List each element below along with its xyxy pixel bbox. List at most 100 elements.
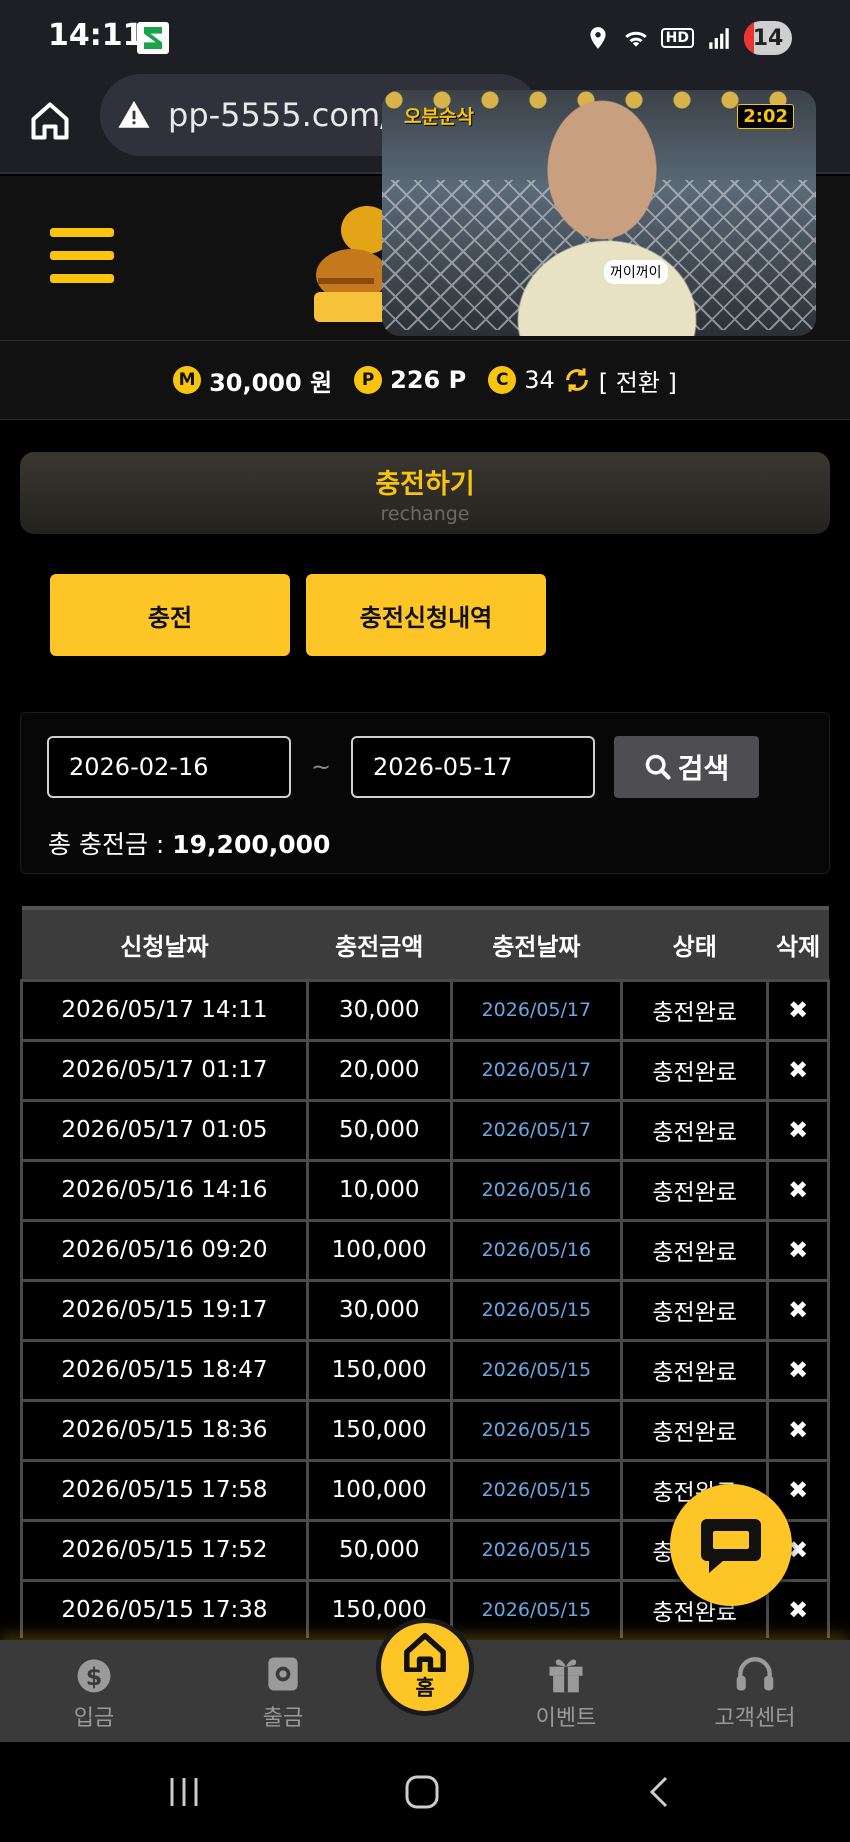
cell-charge-date: 2026/05/15 bbox=[449, 1338, 624, 1402]
back-icon[interactable] bbox=[640, 1772, 680, 1812]
header-amount: 충전금액 bbox=[307, 906, 452, 980]
money-balance: M 30,000 원 bbox=[173, 363, 332, 398]
pip-channel-logo: 오분순삭 bbox=[404, 106, 474, 128]
nav-home[interactable]: 홈 bbox=[374, 1618, 476, 1734]
tab-charge-history[interactable]: 충전신청내역 bbox=[306, 574, 546, 656]
cell-apply-date: 2026/05/15 19:17 bbox=[20, 1278, 309, 1342]
cell-amount: 20,000 bbox=[305, 1038, 453, 1102]
points-bar: M 30,000 원 P 226 P C 34 [ 전환 ] bbox=[0, 340, 850, 420]
money-value: 30,000 원 bbox=[209, 368, 333, 397]
pip-video[interactable]: 오분순삭 2:02 꺼이꺼이 bbox=[382, 90, 816, 336]
cell-apply-date: 2026/05/15 18:36 bbox=[20, 1398, 309, 1462]
cell-status: 충전완료 bbox=[620, 1218, 770, 1282]
cell-status: 충전완료 bbox=[620, 1098, 770, 1162]
nav-support-label: 고객센터 bbox=[714, 1706, 796, 1731]
delete-button[interactable]: ✖ bbox=[766, 1278, 830, 1342]
total-charge-label: 총 충전금 : bbox=[48, 830, 173, 859]
battery-level: 14 bbox=[752, 25, 784, 51]
header-status: 상태 bbox=[621, 906, 768, 980]
cell-apply-date: 2026/05/15 17:58 bbox=[20, 1458, 309, 1522]
nav-deposit[interactable]: $ 입금 bbox=[34, 1652, 154, 1732]
nav-event[interactable]: 이벤트 bbox=[506, 1652, 626, 1732]
cell-charge-date: 2026/05/17 bbox=[449, 978, 624, 1042]
cell-apply-date: 2026/05/15 17:38 bbox=[20, 1578, 309, 1638]
nav-withdraw[interactable]: 출금 bbox=[223, 1652, 343, 1732]
chat-icon bbox=[701, 1519, 761, 1573]
location-icon bbox=[590, 27, 606, 49]
delete-button[interactable]: ✖ bbox=[766, 1158, 830, 1222]
wifi-icon bbox=[624, 31, 647, 47]
cell-amount: 50,000 bbox=[305, 1098, 453, 1162]
delete-button[interactable]: ✖ bbox=[766, 1098, 830, 1162]
refresh-icon[interactable] bbox=[563, 366, 591, 394]
android-nav-bar bbox=[0, 1742, 850, 1842]
search-icon bbox=[645, 754, 671, 780]
tab-charge[interactable]: 충전 bbox=[50, 574, 290, 656]
recent-apps-icon[interactable] bbox=[164, 1772, 204, 1812]
cell-status: 충전완료 bbox=[620, 1338, 770, 1402]
search-panel: ~ 검색 총 충전금 : 19,200,000 bbox=[20, 712, 830, 874]
cell-charge-date: 2026/05/15 bbox=[449, 1278, 624, 1342]
pip-timestamp: 2:02 bbox=[737, 104, 794, 129]
point-value: 226 P bbox=[390, 366, 467, 394]
page-title: 충전하기 bbox=[375, 469, 475, 500]
menu-icon[interactable] bbox=[50, 228, 114, 284]
switch-button[interactable]: [ 전환 ] bbox=[599, 363, 677, 398]
total-charge: 총 충전금 : 19,200,000 bbox=[48, 825, 330, 861]
warning-icon bbox=[118, 100, 150, 128]
cell-apply-date: 2026/05/17 14:11 bbox=[20, 978, 309, 1042]
cell-charge-date: 2026/05/17 bbox=[449, 1098, 624, 1162]
date-to-input[interactable] bbox=[351, 736, 595, 798]
delete-button[interactable]: ✖ bbox=[766, 978, 830, 1042]
cell-apply-date: 2026/05/16 14:16 bbox=[20, 1158, 309, 1222]
table-row: 2026/05/17 14:11 30,000 2026/05/17 충전완료 ✖ bbox=[20, 978, 830, 1042]
page-title-panel: 충전하기 rechange bbox=[20, 452, 830, 534]
search-button-label: 검색 bbox=[677, 752, 730, 785]
delete-button[interactable]: ✖ bbox=[766, 1398, 830, 1462]
cell-amount: 100,000 bbox=[305, 1218, 453, 1282]
nav-support[interactable]: 고객센터 bbox=[695, 1652, 815, 1732]
cell-status: 충전완료 bbox=[620, 978, 770, 1042]
table-row: 2026/05/17 01:05 50,000 2026/05/17 충전완료 ✖ bbox=[20, 1098, 830, 1162]
table-header-row: 신청날짜 충전금액 충전날짜 상태 삭제 bbox=[21, 906, 829, 980]
cell-apply-date: 2026/05/17 01:05 bbox=[20, 1098, 309, 1162]
search-button[interactable]: 검색 bbox=[614, 736, 759, 798]
cell-charge-date: 2026/05/17 bbox=[449, 1038, 624, 1102]
delete-button[interactable]: ✖ bbox=[766, 1338, 830, 1402]
bank-app-icon bbox=[137, 22, 169, 54]
headset-icon bbox=[736, 1657, 774, 1691]
safe-icon bbox=[268, 1657, 298, 1691]
header-apply-date: 신청날짜 bbox=[21, 906, 308, 980]
cell-amount: 30,000 bbox=[305, 978, 453, 1042]
nav-home-label: 홈 bbox=[415, 1676, 435, 1700]
page-subtitle: rechange bbox=[380, 503, 470, 525]
table-row: 2026/05/17 01:17 20,000 2026/05/17 충전완료 ✖ bbox=[20, 1038, 830, 1102]
cell-apply-date: 2026/05/17 01:17 bbox=[20, 1038, 309, 1102]
status-icons: HD 14 bbox=[585, 18, 792, 58]
cell-charge-date: 2026/05/16 bbox=[449, 1158, 624, 1222]
point-balance: P 226 P bbox=[354, 366, 466, 394]
delete-button[interactable]: ✖ bbox=[766, 1038, 830, 1102]
cell-amount: 50,000 bbox=[305, 1518, 453, 1582]
browser-home-icon[interactable] bbox=[28, 96, 72, 146]
cell-amount: 10,000 bbox=[305, 1158, 453, 1222]
cell-charge-date: 2026/05/15 bbox=[449, 1398, 624, 1462]
table-row: 2026/05/16 09:20 100,000 2026/05/16 충전완료 ✖ bbox=[20, 1218, 830, 1282]
cell-charge-date: 2026/05/16 bbox=[449, 1218, 624, 1282]
cell-apply-date: 2026/05/15 17:52 bbox=[20, 1518, 309, 1582]
cell-amount: 30,000 bbox=[305, 1278, 453, 1342]
cell-status: 충전완료 bbox=[620, 1158, 770, 1222]
nav-deposit-label: 입금 bbox=[73, 1706, 115, 1731]
chat-button[interactable] bbox=[670, 1484, 792, 1606]
date-from-input[interactable] bbox=[47, 736, 291, 798]
cell-amount: 100,000 bbox=[305, 1458, 453, 1522]
table-row: 2026/05/16 14:16 10,000 2026/05/16 충전완료 ✖ bbox=[20, 1158, 830, 1222]
cell-status: 충전완료 bbox=[620, 1398, 770, 1462]
delete-button[interactable]: ✖ bbox=[766, 1218, 830, 1282]
nav-withdraw-label: 출금 bbox=[262, 1706, 304, 1731]
delete-button[interactable]: ✖ bbox=[766, 1578, 830, 1638]
signal-icon bbox=[709, 28, 729, 49]
svg-text:$: $ bbox=[86, 1663, 103, 1691]
pip-caption: 꺼이꺼이 bbox=[604, 260, 668, 284]
android-home-icon[interactable] bbox=[402, 1772, 442, 1812]
